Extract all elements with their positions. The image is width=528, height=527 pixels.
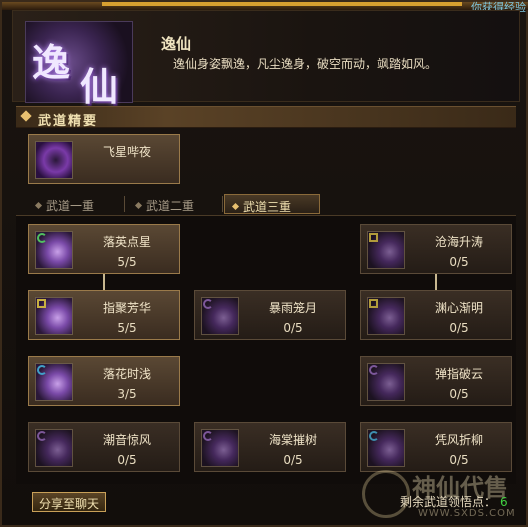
- tier-tabs: 武道一重 武道二重 武道三重: [16, 192, 516, 216]
- glyph-badge-icon: [37, 299, 46, 308]
- skill-header: 逸 仙 逸仙 逸仙身姿飘逸，凡尘逸身，破空而动，飒踏如风。: [12, 10, 520, 109]
- tab-tier-2[interactable]: 武道二重: [128, 194, 220, 214]
- tab-label: 武道三重: [243, 200, 292, 214]
- skill-node[interactable]: 凭风折柳 0/5: [360, 422, 512, 472]
- skill-name: 指聚芳华: [102, 301, 151, 315]
- class-description: 逸仙身姿飘逸，凡尘逸身，破空而动，飒踏如风。: [173, 57, 438, 71]
- remaining-points: 剩余武道领悟点： 6: [400, 493, 508, 510]
- skill-level: 5/5: [117, 321, 137, 335]
- skill-node[interactable]: 暴雨笼月 0/5: [194, 290, 346, 340]
- diamond-icon: [20, 110, 32, 122]
- class-emblem-icon: 逸 仙: [25, 21, 133, 109]
- crescent-badge-icon: [369, 431, 379, 441]
- purple-swirl-icon: [367, 363, 405, 401]
- skill-node[interactable]: 指聚芳华 5/5: [28, 290, 180, 340]
- diamond-icon: [134, 201, 143, 210]
- skill-node[interactable]: 海棠摧树 0/5: [194, 422, 346, 472]
- skill-level: 0/5: [117, 453, 137, 467]
- skill-node[interactable]: 落花时浅 3/5: [28, 356, 180, 406]
- purple-swirl-icon: [201, 429, 239, 467]
- glyph-badge-icon: [369, 299, 378, 308]
- skill-name: 潮音惊风: [102, 433, 151, 447]
- remaining-points-label: 剩余武道领悟点：: [400, 495, 497, 509]
- tab-divider: [222, 196, 223, 212]
- skill-node[interactable]: 潮音惊风 0/5: [28, 422, 180, 472]
- yellow-glyph-icon: [367, 297, 405, 335]
- skill-window: 你获得经验 逸 仙 逸仙 逸仙身姿飘逸，凡尘逸身，破空而动，飒踏如风。 武道精要…: [0, 0, 528, 527]
- essence-skill-name: 飞星哔夜: [102, 145, 151, 159]
- skill-name: 沧海升涛: [434, 235, 483, 249]
- swirl-badge-icon: [203, 431, 213, 441]
- tab-tier-1[interactable]: 武道一重: [28, 194, 118, 214]
- tree-connector: [435, 274, 437, 290]
- skill-node[interactable]: 沧海升涛 0/5: [360, 224, 512, 274]
- swirl-badge-icon: [37, 431, 47, 441]
- skill-name: 弹指破云: [434, 367, 483, 381]
- green-swirl-icon: [35, 231, 73, 269]
- skill-name: 海棠摧树: [268, 433, 317, 447]
- diamond-icon: [34, 201, 43, 210]
- skill-level: 0/5: [449, 387, 469, 401]
- skill-tree: 落英点星 5/5 指聚芳华 5/5 落花时浅 3/5 潮音惊风 0/5 暴雨笼月…: [16, 216, 516, 484]
- tab-divider: [124, 196, 125, 212]
- skill-node[interactable]: 弹指破云 0/5: [360, 356, 512, 406]
- skill-name: 暴雨笼月: [268, 301, 317, 315]
- emblem-char-2: 仙: [80, 64, 119, 109]
- tab-label: 武道二重: [146, 199, 195, 213]
- yellow-glyph-icon: [367, 231, 405, 269]
- skill-node[interactable]: 落英点星 5/5: [28, 224, 180, 274]
- skill-level: 0/5: [283, 453, 303, 467]
- remaining-points-value: 6: [500, 495, 508, 509]
- essence-section-bar: 武道精要: [16, 106, 516, 129]
- essence-section-label: 武道精要: [38, 114, 99, 129]
- skill-level: 0/5: [449, 453, 469, 467]
- skill-level: 5/5: [117, 255, 137, 269]
- skill-node[interactable]: 渊心渐明 0/5: [360, 290, 512, 340]
- purple-swirl-icon: [35, 429, 73, 467]
- skill-name: 凭风折柳: [434, 433, 483, 447]
- tab-label: 武道一重: [46, 199, 95, 213]
- experience-bar: [102, 2, 462, 6]
- top-border: 你获得经验: [2, 1, 528, 14]
- emblem-char-1: 逸: [32, 40, 71, 85]
- class-title: 逸仙: [161, 35, 192, 53]
- swirl-badge-icon: [369, 365, 379, 375]
- essence-skill-slot[interactable]: 飞星哔夜: [28, 134, 180, 184]
- skill-level: 0/5: [283, 321, 303, 335]
- swirl-badge-icon: [37, 233, 47, 243]
- blue-crescent-icon: [367, 429, 405, 467]
- crescent-badge-icon: [37, 365, 47, 375]
- yellow-glyph-icon: [35, 297, 73, 335]
- shadow-figure-icon: [35, 141, 73, 179]
- skill-name: 落花时浅: [102, 367, 151, 381]
- skill-name: 渊心渐明: [434, 301, 483, 315]
- diamond-icon: [231, 202, 240, 211]
- skill-level: 0/5: [449, 255, 469, 269]
- skill-name: 落英点星: [102, 235, 151, 249]
- share-to-chat-button[interactable]: 分享至聊天: [32, 492, 106, 512]
- tree-connector: [103, 274, 105, 290]
- swirl-badge-icon: [203, 299, 213, 309]
- skill-level: 0/5: [449, 321, 469, 335]
- glyph-badge-icon: [369, 233, 378, 242]
- skill-level: 3/5: [117, 387, 137, 401]
- blue-crescent-icon: [35, 363, 73, 401]
- tab-tier-3[interactable]: 武道三重: [224, 194, 320, 214]
- purple-swirl-icon: [201, 297, 239, 335]
